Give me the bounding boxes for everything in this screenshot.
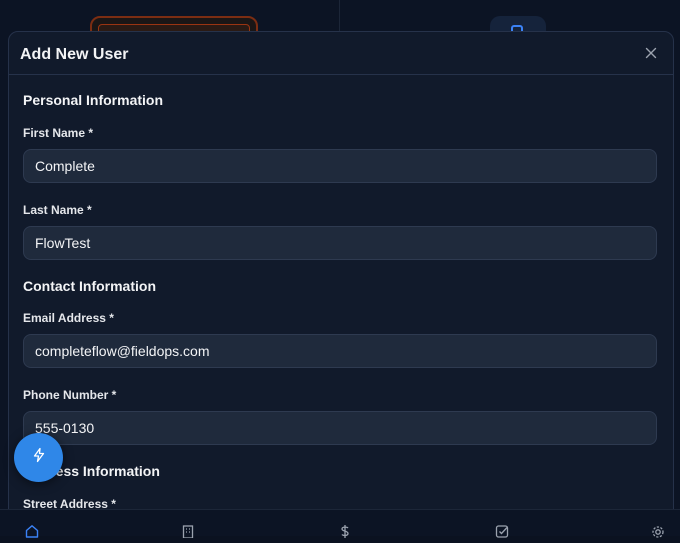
modal-title: Add New User [20, 46, 129, 63]
last-name-label: Last Name * [23, 203, 92, 217]
email-field[interactable] [23, 334, 657, 368]
phone-field[interactable] [23, 411, 657, 445]
close-icon[interactable] [643, 45, 659, 61]
last-name-field[interactable] [23, 226, 657, 260]
gear-icon[interactable] [651, 524, 665, 538]
first-name-label: First Name * [23, 126, 94, 140]
home-icon[interactable] [25, 524, 39, 538]
add-user-modal: Add New User Personal Information First … [8, 31, 674, 533]
phone-label: Phone Number * [23, 388, 117, 402]
checklist-icon[interactable] [495, 524, 509, 538]
dollar-icon[interactable] [338, 524, 352, 538]
email-label: Email Address * [23, 311, 114, 325]
bottom-nav [0, 509, 680, 539]
first-name-field[interactable] [23, 149, 657, 183]
lightning-icon [31, 447, 47, 468]
section-title-personal: Personal Information [23, 92, 164, 108]
building-icon[interactable] [181, 524, 195, 539]
modal-header: Add New User [9, 32, 673, 75]
section-title-contact: Contact Information [23, 278, 156, 294]
quick-action-button[interactable] [14, 433, 63, 482]
